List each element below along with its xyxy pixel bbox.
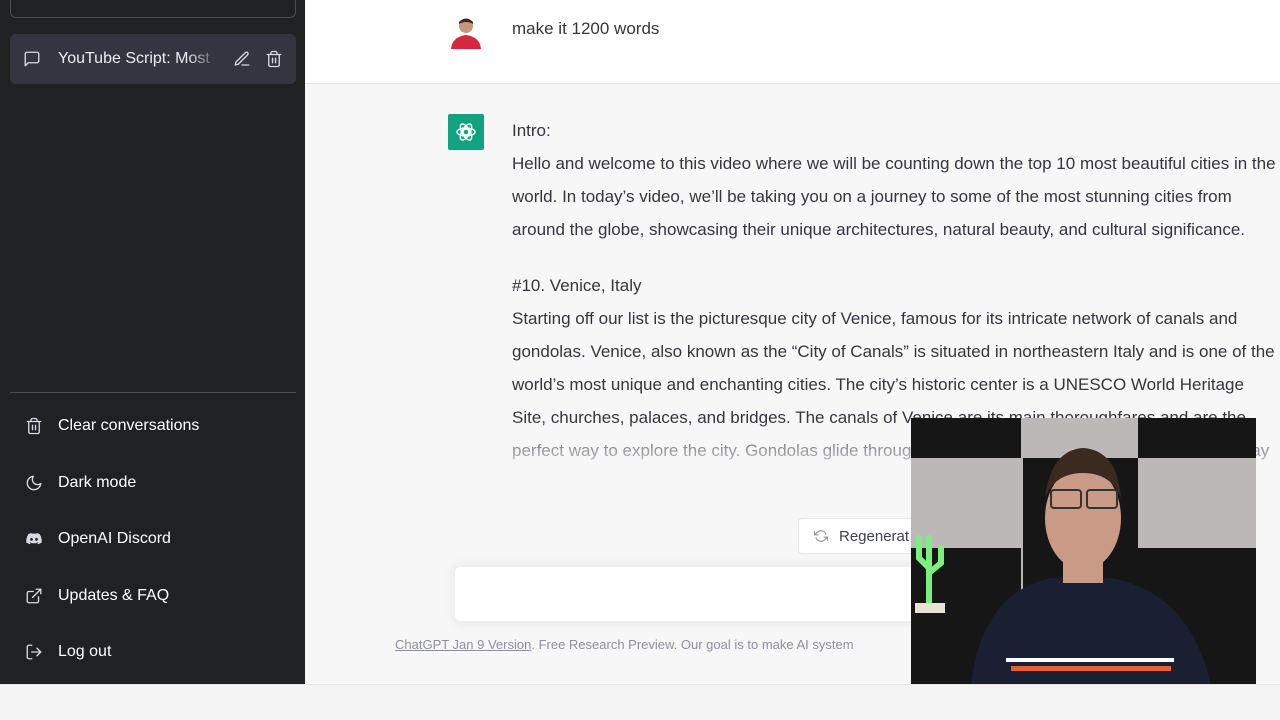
logout-icon <box>24 642 44 662</box>
sidebar: YouTube Script: Most Clear conversations <box>0 0 305 684</box>
menu-label: OpenAI Discord <box>58 530 171 548</box>
updates-faq-link[interactable]: Updates & FAQ <box>10 568 296 625</box>
conversation-title: YouTube Script: Most <box>58 50 210 67</box>
log-out-button[interactable]: Log out <box>10 624 296 681</box>
user-message-text: make it 1200 words <box>512 19 660 38</box>
conversation-item[interactable]: YouTube Script: Most <box>10 34 296 84</box>
bottom-bar <box>0 684 1280 720</box>
refresh-icon <box>811 526 831 546</box>
pencil-icon[interactable] <box>232 49 252 69</box>
version-link[interactable]: ChatGPT Jan 9 Version <box>395 637 531 652</box>
footer-note: ChatGPT Jan 9 Version. Free Research Pre… <box>395 637 854 652</box>
menu-label: Log out <box>58 643 112 661</box>
dark-mode-button[interactable]: Dark mode <box>10 455 296 512</box>
discord-icon <box>24 529 44 549</box>
chat-bubble-icon <box>22 49 42 69</box>
footer-text: . Free Research Preview. Our goal is to … <box>531 637 854 652</box>
openai-discord-link[interactable]: OpenAI Discord <box>10 511 296 568</box>
menu-label: Dark mode <box>58 473 137 491</box>
webcam-overlay <box>911 418 1256 686</box>
external-link-icon <box>24 586 44 606</box>
new-chat-button[interactable] <box>10 0 296 18</box>
clear-conversations-button[interactable]: Clear conversations <box>10 398 296 455</box>
regenerate-label: Regenerat <box>839 527 910 545</box>
intro-heading: Intro: <box>512 121 551 140</box>
sidebar-divider <box>10 392 296 393</box>
sidebar-menu: Clear conversations Dark mode OpenAI Dis… <box>10 398 296 681</box>
user-message-row: make it 1200 words <box>305 0 1280 84</box>
menu-label: Updates & FAQ <box>58 586 170 604</box>
chatgpt-logo-icon <box>448 114 484 150</box>
trash-icon <box>24 416 44 436</box>
menu-label: Clear conversations <box>58 417 200 435</box>
intro-body: Hello and welcome to this video where we… <box>512 154 1276 239</box>
section-heading: #10. Venice, Italy <box>512 276 642 295</box>
trash-icon[interactable] <box>264 49 284 69</box>
moon-icon <box>24 473 44 493</box>
presenter-video <box>911 418 1256 686</box>
user-avatar <box>448 13 484 49</box>
